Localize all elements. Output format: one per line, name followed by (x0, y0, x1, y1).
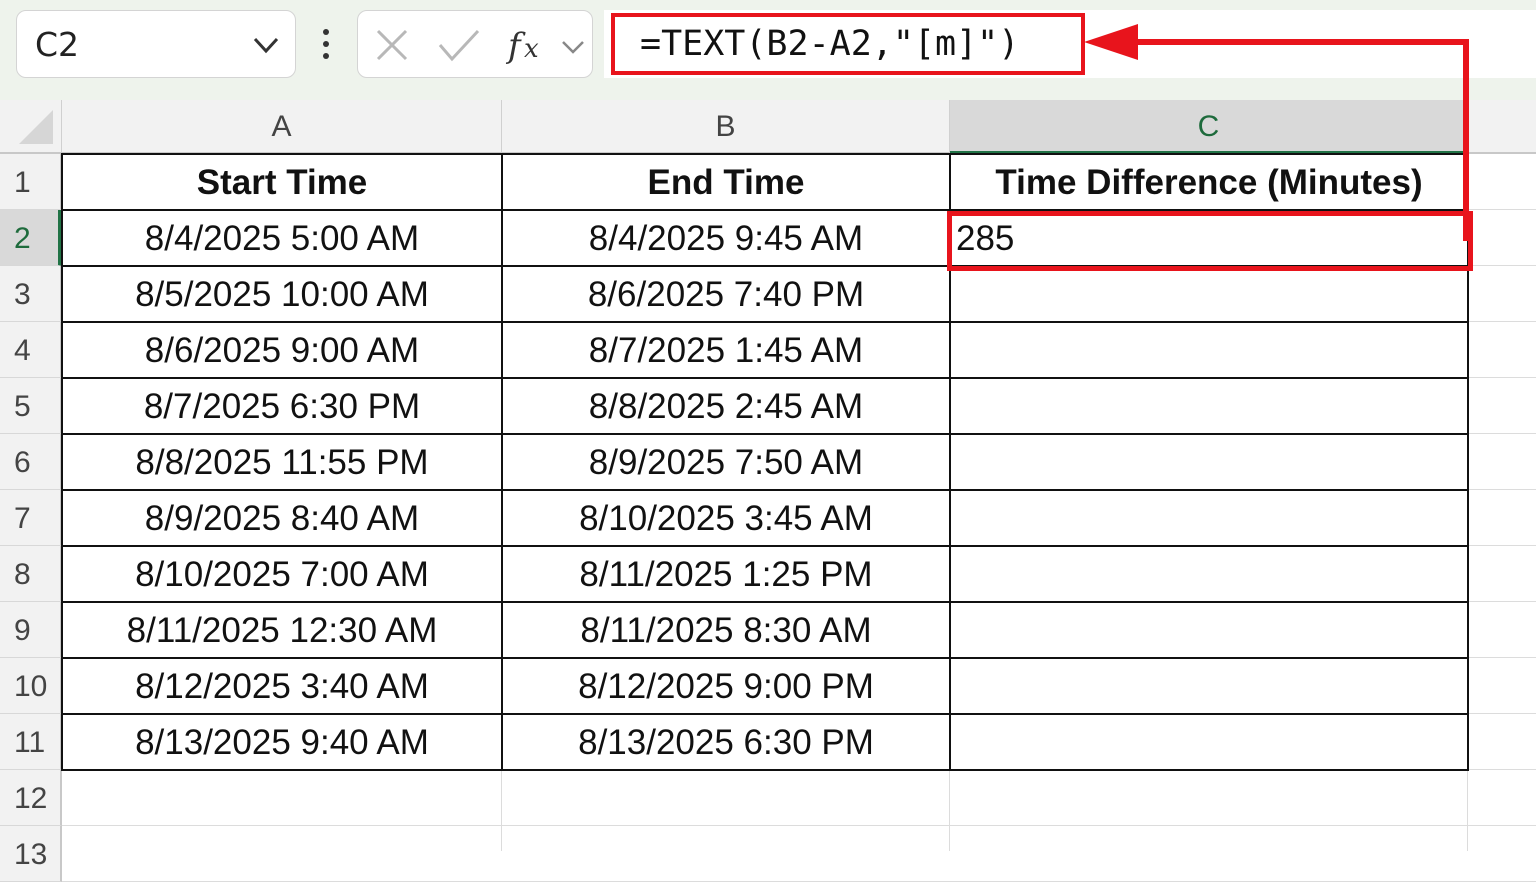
table-border (501, 153, 503, 771)
cell-b4[interactable]: 8/7/2025 1:45 AM (502, 322, 950, 378)
table-border (62, 601, 1469, 603)
table-border (61, 153, 63, 771)
row-header-6[interactable]: 6 (0, 434, 62, 490)
cell-a11[interactable]: 8/13/2025 9:40 AM (62, 714, 502, 770)
cell-c4[interactable] (950, 322, 1468, 378)
cell-b6[interactable]: 8/9/2025 7:50 AM (502, 434, 950, 490)
table-border (62, 657, 1469, 659)
cell-b8[interactable]: 8/11/2025 1:25 PM (502, 546, 950, 602)
cell-c11[interactable] (950, 714, 1468, 770)
name-box-value[interactable]: C2 (35, 25, 79, 64)
cell-a3[interactable]: 8/5/2025 10:00 AM (62, 266, 502, 322)
cell-a7[interactable]: 8/9/2025 8:40 AM (62, 490, 502, 546)
vertical-dots-icon[interactable] (318, 24, 334, 64)
row-header-3[interactable]: 3 (0, 266, 62, 322)
formula-highlight-box (611, 13, 1085, 75)
row-header-9[interactable]: 9 (0, 602, 62, 658)
table-border (62, 769, 1469, 771)
row-header-2[interactable]: 2 (0, 210, 62, 266)
table-border (62, 713, 1469, 715)
svg-text:f: f (505, 26, 526, 66)
row-header-13[interactable]: 13 (0, 826, 62, 882)
svg-text:x: x (524, 34, 539, 64)
cell-c8[interactable] (950, 546, 1468, 602)
row-header-1[interactable]: 1 (0, 154, 62, 210)
cell-a10[interactable]: 8/12/2025 3:40 AM (62, 658, 502, 714)
cell-b11[interactable]: 8/13/2025 6:30 PM (502, 714, 950, 770)
cell-c3[interactable] (950, 266, 1468, 322)
cell-a1[interactable]: Start Time (62, 154, 502, 210)
gridline (62, 881, 1536, 882)
row-header-7[interactable]: 7 (0, 490, 62, 546)
cell-b9[interactable]: 8/11/2025 8:30 AM (502, 602, 950, 658)
table-border (62, 377, 1469, 379)
cell-c9[interactable] (950, 602, 1468, 658)
cell-b1[interactable]: End Time (502, 154, 950, 210)
column-header-b[interactable]: B (502, 100, 950, 154)
row-header-11[interactable]: 11 (0, 714, 62, 770)
row-header-4[interactable]: 4 (0, 322, 62, 378)
row-header-12[interactable]: 12 (0, 770, 62, 826)
select-all-button[interactable] (0, 100, 62, 154)
cell-b2[interactable]: 8/4/2025 9:45 AM (502, 210, 950, 266)
cell-a2[interactable]: 8/4/2025 5:00 AM (62, 210, 502, 266)
cell-c10[interactable] (950, 658, 1468, 714)
cell-b10[interactable]: 8/12/2025 9:00 PM (502, 658, 950, 714)
annotation-arrow (1084, 24, 1469, 241)
cell-a6[interactable]: 8/8/2025 11:55 PM (62, 434, 502, 490)
cell-b5[interactable]: 8/8/2025 2:45 AM (502, 378, 950, 434)
row-header-10[interactable]: 10 (0, 658, 62, 714)
x-icon[interactable] (374, 27, 410, 63)
checkmark-icon[interactable] (436, 27, 482, 63)
chevron-down-icon[interactable] (560, 37, 586, 57)
table-border (62, 433, 1469, 435)
chevron-down-icon[interactable] (251, 33, 281, 57)
row-header-8[interactable]: 8 (0, 546, 62, 602)
cell-c6[interactable] (950, 434, 1468, 490)
row-header-5[interactable]: 5 (0, 378, 62, 434)
fx-icon[interactable]: f x (504, 23, 550, 67)
table-border (62, 321, 1469, 323)
table-border (62, 545, 1469, 547)
cell-a8[interactable]: 8/10/2025 7:00 AM (62, 546, 502, 602)
cell-b7[interactable]: 8/10/2025 3:45 AM (502, 490, 950, 546)
cell-b3[interactable]: 8/6/2025 7:40 PM (502, 266, 950, 322)
select-all-triangle-icon (19, 110, 53, 144)
cell-a5[interactable]: 8/7/2025 6:30 PM (62, 378, 502, 434)
formula-buttons: f x (357, 10, 593, 78)
cell-c7[interactable] (950, 490, 1468, 546)
table-border (62, 489, 1469, 491)
cell-c5[interactable] (950, 378, 1468, 434)
gridline (62, 825, 1536, 826)
cell-a4[interactable]: 8/6/2025 9:00 AM (62, 322, 502, 378)
name-box[interactable]: C2 (16, 10, 296, 78)
column-header-a[interactable]: A (62, 100, 502, 154)
cell-a9[interactable]: 8/11/2025 12:30 AM (62, 602, 502, 658)
